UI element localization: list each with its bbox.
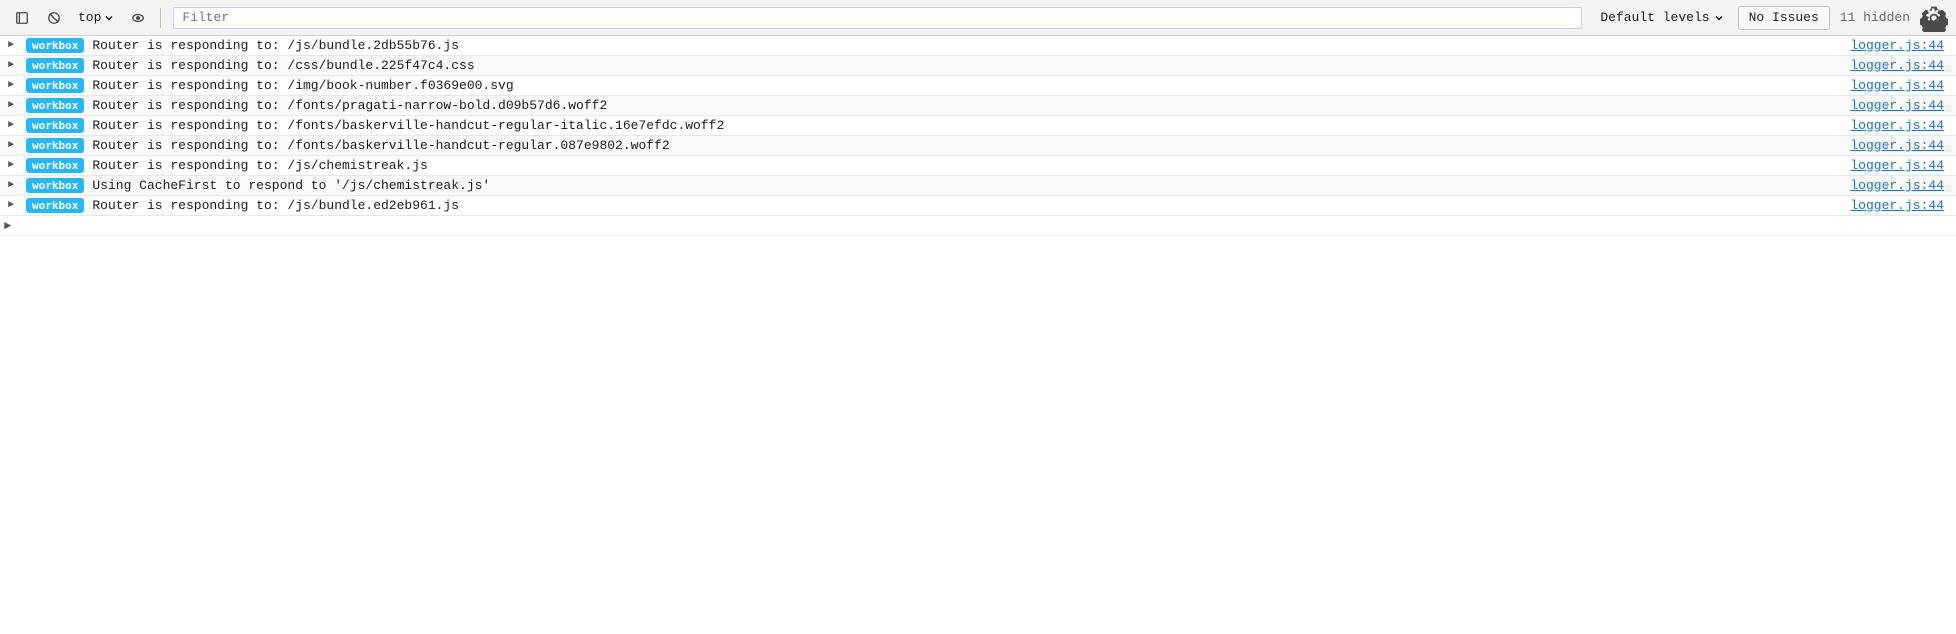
log-source-link[interactable]: logger.js:44 <box>1850 118 1952 133</box>
console-prompt-row: ► <box>0 216 1956 236</box>
log-message: Router is responding to: /img/book-numbe… <box>92 78 1842 93</box>
clear-console-button[interactable] <box>40 6 68 30</box>
log-source-link[interactable]: logger.js:44 <box>1850 98 1952 113</box>
log-source-link[interactable]: logger.js:44 <box>1850 38 1952 53</box>
log-source-link[interactable]: logger.js:44 <box>1850 198 1952 213</box>
chevron-down-icon <box>1714 13 1724 23</box>
workbox-badge: workbox <box>26 58 84 73</box>
log-row: ► workbox Router is responding to: /font… <box>0 116 1956 136</box>
log-message: Router is responding to: /css/bundle.225… <box>92 58 1842 73</box>
log-levels-dropdown-button[interactable]: Default levels <box>1590 6 1733 30</box>
workbox-badge: workbox <box>26 38 84 53</box>
filter-input[interactable] <box>173 7 1582 29</box>
log-row: ► workbox Router is responding to: /img/… <box>0 76 1956 96</box>
workbox-badge: workbox <box>26 198 84 213</box>
chevron-down-icon <box>104 13 114 23</box>
expand-arrow-icon[interactable]: ► <box>4 99 18 113</box>
workbox-badge: workbox <box>26 98 84 113</box>
expand-arrow-icon[interactable]: ► <box>4 119 18 133</box>
log-source-link[interactable]: logger.js:44 <box>1850 158 1952 173</box>
log-source-link[interactable]: logger.js:44 <box>1850 78 1952 93</box>
expand-arrow-icon[interactable]: ► <box>4 79 18 93</box>
expand-arrow-icon[interactable]: ► <box>4 139 18 153</box>
log-message: Router is responding to: /js/bundle.2db5… <box>92 38 1842 53</box>
live-expressions-button[interactable] <box>124 6 152 30</box>
workbox-badge: workbox <box>26 78 84 93</box>
log-message: Router is responding to: /fonts/baskervi… <box>92 138 1842 153</box>
eye-icon <box>131 11 145 25</box>
clear-icon <box>47 11 61 25</box>
workbox-badge: workbox <box>26 158 84 173</box>
expand-arrow-icon[interactable]: ► <box>4 159 18 173</box>
gear-icon <box>1920 4 1948 32</box>
log-row: ► workbox Using CacheFirst to respond to… <box>0 176 1956 196</box>
log-row: ► workbox Router is responding to: /js/c… <box>0 156 1956 176</box>
log-row: ► workbox Router is responding to: /js/b… <box>0 36 1956 56</box>
sidebar-icon <box>15 11 29 25</box>
expand-arrow-icon[interactable]: ► <box>4 59 18 73</box>
log-message: Router is responding to: /js/bundle.ed2e… <box>92 198 1842 213</box>
expand-arrow-icon[interactable]: ► <box>4 39 18 53</box>
log-row: ► workbox Router is responding to: /css/… <box>0 56 1956 76</box>
log-source-link[interactable]: logger.js:44 <box>1850 58 1952 73</box>
workbox-badge: workbox <box>26 118 84 133</box>
log-message: Router is responding to: /fonts/baskervi… <box>92 118 1842 133</box>
log-row: ► workbox Router is responding to: /font… <box>0 136 1956 156</box>
expand-arrow-icon[interactable]: ► <box>4 179 18 193</box>
log-levels-label: Default levels <box>1600 10 1709 25</box>
sidebar-toggle-button[interactable] <box>8 6 36 30</box>
context-label: top <box>78 10 101 25</box>
no-issues-label: No Issues <box>1749 10 1819 25</box>
workbox-badge: workbox <box>26 138 84 153</box>
context-dropdown-button[interactable]: top <box>72 6 120 30</box>
hidden-count: 11 hidden <box>1840 10 1910 25</box>
expand-arrow-icon[interactable]: ► <box>4 199 18 213</box>
console-settings-button[interactable] <box>1920 6 1948 30</box>
log-source-link[interactable]: logger.js:44 <box>1850 178 1952 193</box>
console-toolbar: top Default levels No Issues 11 hidden <box>0 0 1956 36</box>
log-row: ► workbox Router is responding to: /js/b… <box>0 196 1956 216</box>
no-issues-button[interactable]: No Issues <box>1738 6 1830 30</box>
toolbar-divider <box>160 8 161 28</box>
log-source-link[interactable]: logger.js:44 <box>1850 138 1952 153</box>
log-message: Using CacheFirst to respond to '/js/chem… <box>92 178 1842 193</box>
log-row: ► workbox Router is responding to: /font… <box>0 96 1956 116</box>
workbox-badge: workbox <box>26 178 84 193</box>
prompt-arrow-icon: ► <box>4 219 11 233</box>
log-message: Router is responding to: /js/chemistreak… <box>92 158 1842 173</box>
log-message: Router is responding to: /fonts/pragati-… <box>92 98 1842 113</box>
console-log-list: ► workbox Router is responding to: /js/b… <box>0 36 1956 216</box>
